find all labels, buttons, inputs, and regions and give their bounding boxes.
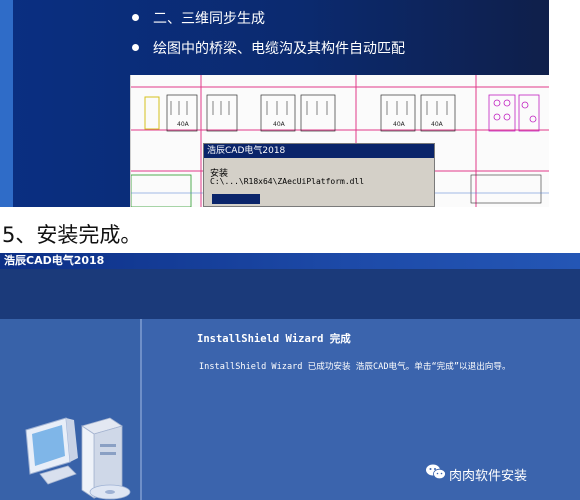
- watermark-text: 肉肉软件安装: [449, 469, 528, 484]
- step-heading: 5、安装完成。: [2, 223, 142, 247]
- bullet-text: 二、三维同步生成: [153, 11, 265, 27]
- computer-icon: [25, 417, 131, 500]
- slide-bullet-2: 绘图中的桥梁、电缆沟及其构件自动匹配: [132, 38, 405, 58]
- bullet-text: 绘图中的桥梁、电缆沟及其构件自动匹配: [153, 41, 405, 57]
- bullet-dot: [132, 13, 139, 21]
- wizard-message: InstallShield Wizard 已成功安装 浩辰CAD电气。单击“完成…: [199, 362, 511, 372]
- mini-dialog-path: C:\...\R18x64\ZAecUiPlatform.dll: [210, 177, 365, 186]
- mini-dialog-progress-bar: [212, 194, 260, 204]
- wizard-title: InstallShield Wizard 完成: [197, 333, 351, 345]
- window-header-band: [0, 269, 580, 319]
- install-progress-dialog: 浩辰CAD电气2018 安装 C:\...\R18x64\ZAecUiPlatf…: [203, 143, 435, 207]
- cad-label: 40A: [273, 121, 285, 128]
- slide-edge: [0, 0, 13, 207]
- window-title: 浩辰CAD电气2018: [0, 253, 580, 269]
- slide-banner: 二、三维同步生成 绘图中的桥梁、电缆沟及其构件自动匹配 40A 40A 40A …: [0, 0, 549, 207]
- slide-bullet-1: 二、三维同步生成: [132, 8, 265, 28]
- wechat-icon: [426, 464, 446, 480]
- cad-label: 40A: [393, 121, 405, 128]
- bullet-dot: [132, 43, 139, 51]
- cad-label: 40A: [177, 121, 189, 128]
- cad-label: 40A: [431, 121, 443, 128]
- mini-dialog-title: 浩辰CAD电气2018: [204, 144, 434, 158]
